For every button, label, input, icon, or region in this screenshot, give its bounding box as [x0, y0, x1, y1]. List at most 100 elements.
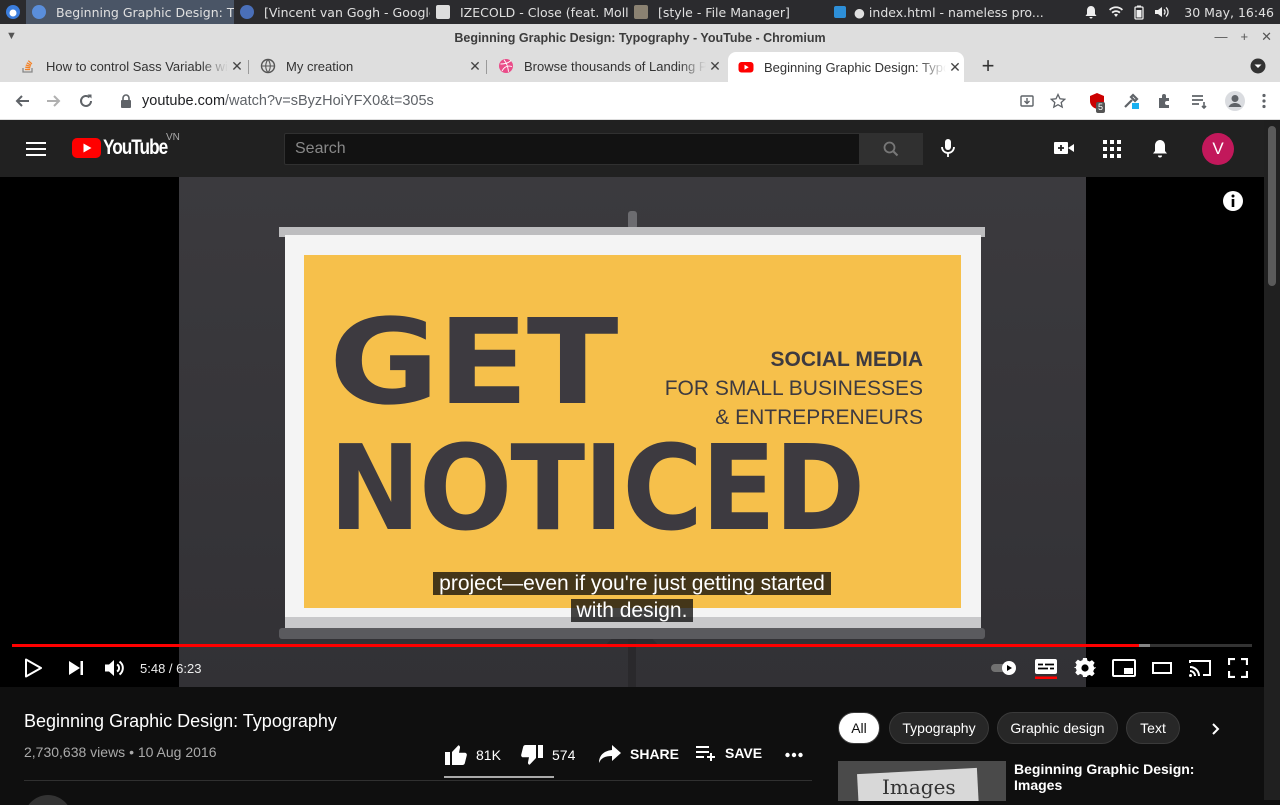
video-player[interactable]: GET NOTICED SOCIAL MEDIA FOR SMALL BUSIN… — [0, 177, 1264, 687]
browser-menu-kebab-icon[interactable] — [1262, 93, 1266, 109]
ublock-extension-button[interactable]: 5 — [1088, 92, 1106, 113]
window-title-bar: ▼ Beginning Graphic Design: Typography -… — [0, 24, 1280, 52]
slide-subheading-line1: SOCIAL MEDIA — [770, 348, 923, 371]
install-app-icon[interactable] — [1020, 94, 1034, 108]
fullscreen-icon[interactable] — [1228, 658, 1248, 678]
slide-heading-line2: NOTICED — [329, 419, 865, 557]
miniplayer-icon[interactable] — [1112, 658, 1136, 678]
progress-bar[interactable] — [12, 644, 1252, 647]
search-button[interactable] — [859, 133, 923, 165]
chip-label: Graphic design — [1010, 720, 1105, 736]
save-button[interactable]: SAVE — [695, 744, 762, 762]
recommendation-title[interactable]: Beginning Graphic Design: Images — [1014, 761, 1214, 793]
microphone-icon[interactable] — [940, 138, 956, 160]
tab-close-icon[interactable]: ✕ — [946, 59, 964, 76]
theater-mode-icon[interactable] — [1152, 661, 1172, 675]
mute-button[interactable] — [104, 649, 126, 687]
colorpicker-extension-button[interactable] — [1122, 92, 1140, 110]
play-button[interactable] — [24, 649, 42, 687]
back-button[interactable] — [6, 85, 38, 117]
taskbar-task-music[interactable]: IZECOLD - Close (feat. Molly... — [430, 0, 628, 24]
tab-close-icon[interactable]: ✕ — [706, 58, 724, 75]
close-window-button[interactable]: ✕ — [1261, 29, 1272, 45]
cast-icon[interactable] — [1188, 658, 1212, 678]
tab-close-icon[interactable]: ✕ — [228, 58, 246, 75]
recommendation-thumbnail[interactable]: Images — [838, 761, 1006, 801]
url-path: /watch?v=sByzHoiYFX0&t=305s — [225, 93, 434, 109]
scrollbar-thumb[interactable] — [1268, 126, 1276, 286]
globe-icon — [260, 58, 276, 74]
chevron-right-icon[interactable] — [1211, 722, 1221, 736]
like-button[interactable]: 81K — [444, 744, 501, 766]
tab-my-creation[interactable]: My creation ✕ — [250, 52, 484, 80]
bookmark-star-icon[interactable] — [1050, 93, 1066, 109]
dislike-button[interactable]: 574 — [520, 744, 575, 766]
taskbar-task-file-manager[interactable]: [style - File Manager] — [628, 0, 828, 24]
thumbnail-text: Images — [882, 775, 956, 799]
taskbar-task-label: [Vincent van Gogh - Google ... — [264, 4, 430, 20]
minimize-button[interactable]: — — [1215, 29, 1228, 45]
subtitles-cc-icon[interactable] — [1034, 657, 1058, 679]
new-tab-button[interactable]: + — [976, 53, 1000, 78]
taskbar-task-chromium[interactable]: Beginning Graphic Design: T... — [26, 0, 234, 24]
volume-icon[interactable] — [1154, 5, 1170, 19]
info-card-icon[interactable] — [1222, 190, 1244, 212]
chevron-down-icon — [1250, 58, 1266, 74]
more-actions-icon[interactable] — [785, 752, 803, 758]
wifi-icon[interactable] — [1108, 5, 1124, 19]
account-avatar[interactable]: V — [1202, 133, 1234, 165]
battery-icon[interactable] — [1134, 5, 1144, 20]
chip-graphic-design[interactable]: Graphic design — [997, 712, 1118, 744]
extension-badge: 5 — [1096, 102, 1106, 113]
like-count: 81K — [476, 747, 501, 763]
chip-text[interactable]: Text — [1126, 712, 1180, 744]
tab-close-icon[interactable]: ✕ — [466, 58, 484, 75]
app-menu-button[interactable] — [0, 0, 26, 24]
clock[interactable]: 30 May, 16:46 — [1184, 5, 1274, 20]
notifications-bell-icon[interactable] — [1151, 139, 1169, 159]
share-button[interactable]: SHARE — [598, 744, 679, 764]
tab-sass-variable[interactable]: How to control Sass Variable with ✕ — [10, 52, 246, 80]
taskbar-task-label: index.html - nameless pro... — [868, 4, 1044, 20]
system-tray: 30 May, 16:46 — [1084, 5, 1280, 20]
stackoverflow-icon — [22, 60, 33, 73]
forward-button[interactable] — [38, 85, 70, 117]
chip-typography[interactable]: Typography — [889, 712, 989, 744]
thumbs-up-icon — [445, 745, 467, 765]
notification-bell-icon[interactable] — [1084, 5, 1098, 19]
avatar-letter: V — [1212, 139, 1224, 158]
chromium-icon — [240, 5, 254, 19]
extensions-puzzle-icon[interactable] — [1156, 92, 1174, 110]
media-queue-icon[interactable] — [1190, 92, 1208, 110]
eyedropper-icon — [1124, 93, 1139, 109]
page-scrollbar[interactable] — [1264, 120, 1280, 800]
search-icon — [883, 141, 899, 157]
window-menu-chevron-icon[interactable]: ▼ — [6, 30, 17, 42]
reload-button[interactable] — [70, 85, 102, 117]
tab-search-button[interactable] — [1248, 56, 1268, 76]
address-bar[interactable]: youtube.com/watch?v=sByzHoiYFX0&t=305s — [106, 86, 1076, 116]
youtube-logo[interactable]: YouTube — [72, 136, 181, 160]
taskbar-task-chromium-2[interactable]: [Vincent van Gogh - Google ... — [234, 0, 430, 24]
dribbble-icon — [499, 59, 513, 73]
chip-all[interactable]: All — [838, 712, 880, 744]
settings-gear-icon[interactable] — [1074, 657, 1096, 679]
autoplay-toggle-icon[interactable] — [990, 660, 1018, 676]
lock-icon[interactable] — [120, 94, 132, 108]
tab-youtube-active[interactable]: Beginning Graphic Design: Typography ✕ — [728, 52, 964, 82]
channel-avatar-icon[interactable] — [24, 795, 72, 805]
hamburger-menu-icon[interactable] — [26, 141, 46, 157]
share-arrow-icon — [599, 745, 621, 763]
apps-grid-icon[interactable] — [1103, 140, 1121, 158]
tab-label: Browse thousands of Landing Page — [524, 58, 706, 74]
create-video-icon[interactable] — [1054, 140, 1074, 156]
tab-dribbble[interactable]: Browse thousands of Landing Page ✕ — [488, 52, 724, 80]
next-button[interactable] — [68, 649, 84, 687]
maximize-button[interactable]: + — [1241, 29, 1249, 45]
taskbar-task-vscode[interactable]: ● index.html - nameless pro... — [828, 0, 1048, 24]
browser-toolbar: youtube.com/watch?v=sByzHoiYFX0&t=305s 5 — [0, 82, 1280, 120]
video-title: Beginning Graphic Design: Typography — [24, 711, 337, 731]
search-input[interactable]: Search — [284, 133, 860, 165]
slide-subheading-line2: FOR SMALL BUSINESSES — [664, 377, 923, 400]
profile-avatar-icon[interactable] — [1224, 90, 1246, 112]
